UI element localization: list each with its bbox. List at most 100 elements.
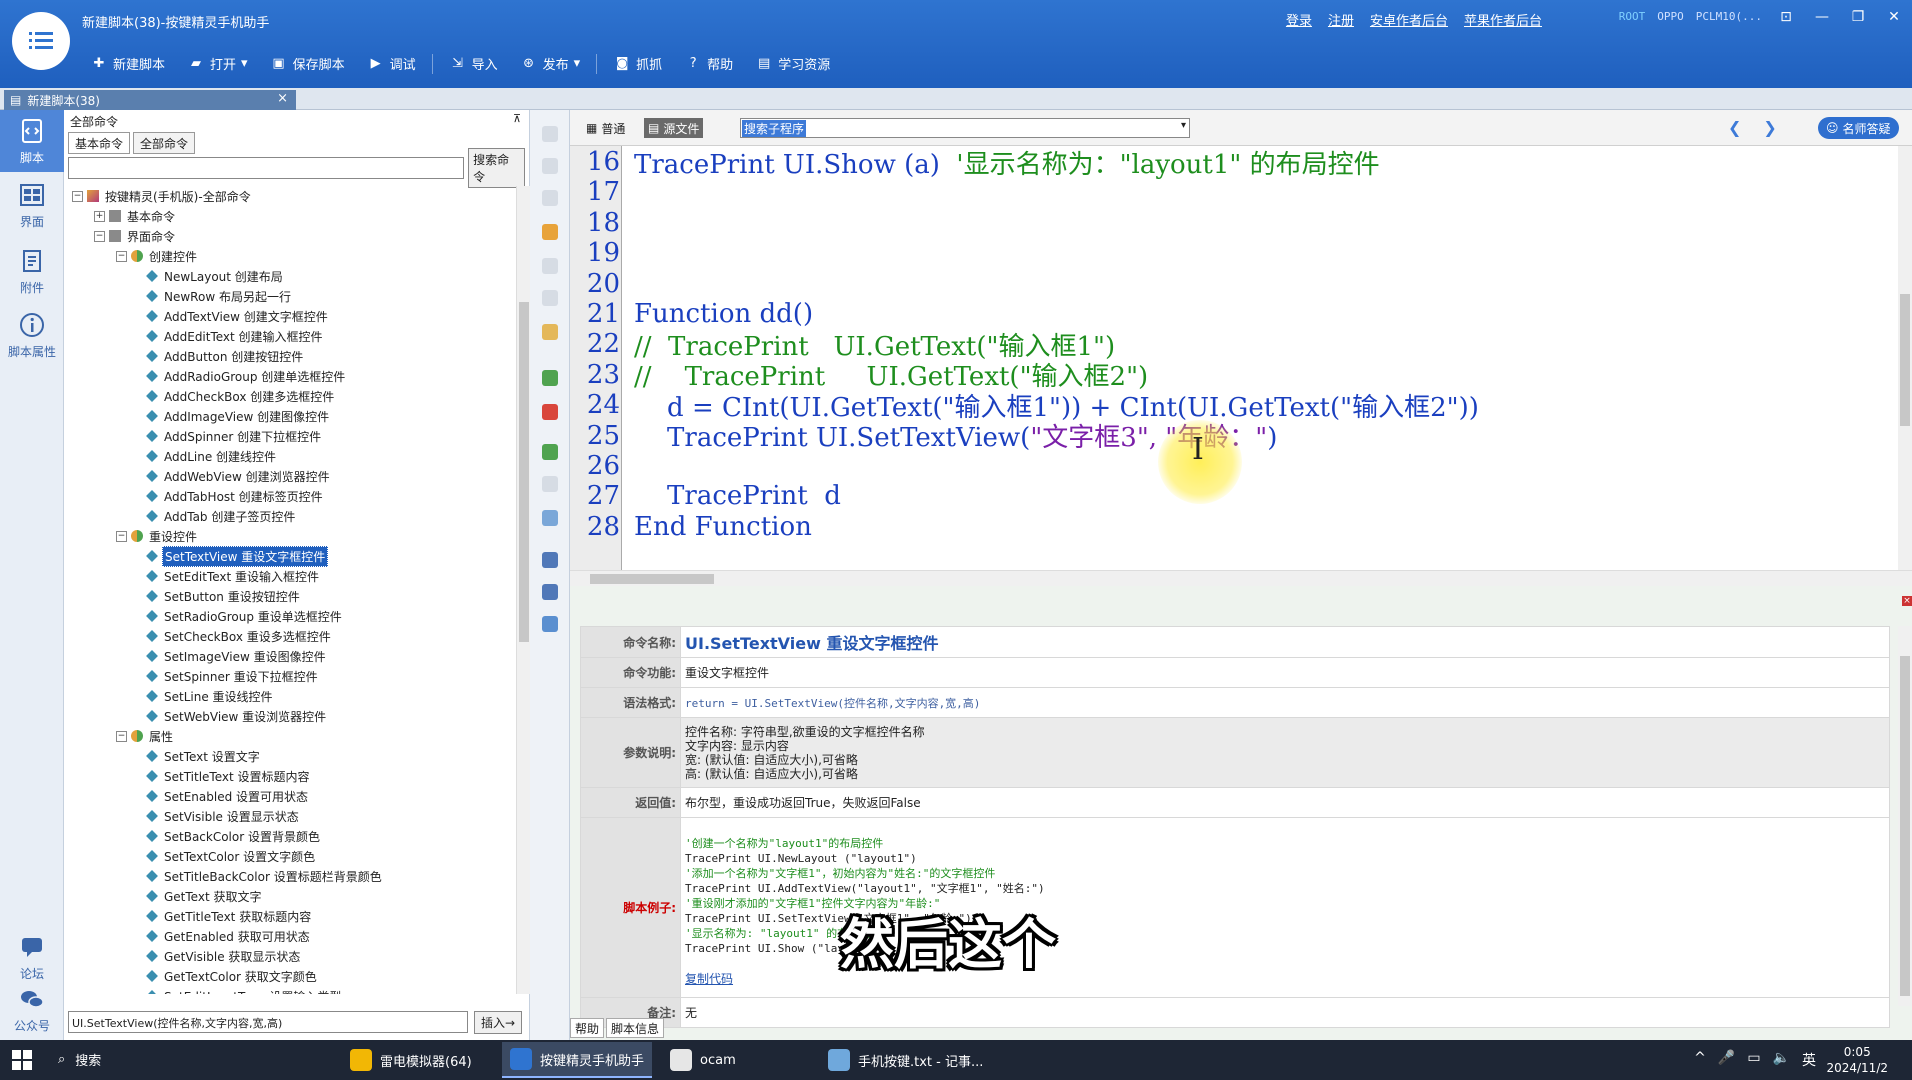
new-script-button[interactable]: ✚ 新建脚本	[82, 50, 173, 77]
forward-arrow-icon[interactable]: ❯	[1763, 118, 1776, 137]
taskbar-app[interactable]: 手机按键.txt - 记事...	[820, 1042, 991, 1078]
device-model[interactable]: PCLM10(...	[1696, 10, 1762, 23]
tab-help[interactable]: 帮助	[570, 1018, 605, 1038]
tab-script-info[interactable]: 脚本信息	[606, 1018, 665, 1038]
tree-item[interactable]: SetLine 重设线控件	[64, 686, 516, 706]
tab-new-script[interactable]: ▤ 新建脚本(38) ×	[4, 90, 296, 110]
tree-item[interactable]: − 界面命令	[64, 226, 516, 246]
code-line[interactable]: 23// TracePrint UI.GetText("输入框2")	[570, 360, 1148, 393]
sidebar-item-layout[interactable]: 界面	[0, 174, 64, 236]
taskbar-search[interactable]: ⌕ 搜索	[58, 1050, 101, 1069]
tab-close-icon[interactable]: ×	[277, 91, 288, 106]
import-button[interactable]: ⇲ 导入	[441, 50, 506, 77]
cut-icon[interactable]	[542, 258, 558, 274]
tree-item[interactable]: SetCheckBox 重设多选框控件	[64, 626, 516, 646]
tree-item[interactable]: NewRow 布局另起一行	[64, 286, 516, 306]
tree-item[interactable]: GetEnabled 获取可用状态	[64, 926, 516, 946]
save-script-button[interactable]: ▣ 保存脚本	[262, 50, 353, 77]
maximize-icon[interactable]: ❐	[1840, 0, 1876, 34]
learning-resources-button[interactable]: ▤ 学习资源	[747, 50, 838, 77]
code-line[interactable]: 21 Function dd()	[570, 299, 813, 329]
code-line[interactable]: 24 d = CInt(UI.GetText("输入框1")) + CInt(U…	[570, 390, 1479, 423]
tree-item[interactable]: SetSpinner 重设下拉框控件	[64, 666, 516, 686]
tree-item[interactable]: SetEditText 重设输入框控件	[64, 566, 516, 586]
login-link[interactable]: 登录	[1286, 10, 1312, 29]
tree-item[interactable]: SetRadioGroup 重设单选框控件	[64, 606, 516, 626]
tree-item[interactable]: − 创建控件	[64, 246, 516, 266]
volume-icon[interactable]: 🔈	[1773, 1050, 1790, 1070]
tree-item[interactable]: AddCheckBox 创建多选框控件	[64, 386, 516, 406]
open-button[interactable]: ▰ 打开 ▾	[179, 50, 256, 77]
tree-item[interactable]: SetBackColor 设置背景颜色	[64, 826, 516, 846]
tree-item[interactable]: AddLine 创建线控件	[64, 446, 516, 466]
goto-icon[interactable]	[542, 510, 558, 526]
code-line[interactable]: 22// TracePrint UI.GetText("输入框1")	[570, 329, 1115, 362]
minimize-icon[interactable]: —	[1804, 0, 1840, 34]
tree-item[interactable]: AddWebView 创建浏览器控件	[64, 466, 516, 486]
copy-icon[interactable]	[542, 290, 558, 306]
taskbar-app[interactable]: 雷电模拟器(64)	[342, 1042, 480, 1078]
debug-button[interactable]: ▶ 调试	[359, 50, 424, 77]
collapse-icon[interactable]: −	[116, 530, 127, 542]
code-vertical-scrollbar[interactable]	[1898, 146, 1912, 570]
register-link[interactable]: 注册	[1328, 10, 1354, 29]
replace-icon[interactable]	[542, 584, 558, 600]
tree-item[interactable]: AddSpinner 创建下拉框控件	[64, 426, 516, 446]
subroutine-select[interactable]: 搜索子程序 ▾	[740, 118, 1190, 138]
window-icon[interactable]	[542, 616, 558, 632]
info-scrollbar[interactable]	[1898, 626, 1912, 1006]
tree-item[interactable]: SetText 设置文字	[64, 746, 516, 766]
find-icon[interactable]	[542, 552, 558, 568]
uncomment-icon[interactable]	[542, 404, 558, 420]
tree-item[interactable]: SetTitleBackColor 设置标题栏背景颜色	[64, 866, 516, 886]
tree-item[interactable]: SetEditInputType 设置输入类型	[64, 986, 516, 994]
tree-item[interactable]: AddRadioGroup 创建单选框控件	[64, 366, 516, 386]
tab-basic-commands[interactable]: 基本命令	[68, 132, 131, 154]
code-line[interactable]: 17	[570, 177, 634, 207]
teacher-answer-button[interactable]: ☺ 名师答疑	[1818, 117, 1899, 139]
app-logo[interactable]	[12, 12, 70, 70]
tree-item[interactable]: + 基本命令	[64, 206, 516, 226]
sidebar-item-script[interactable]: 脚本	[0, 110, 64, 172]
collapse-icon[interactable]: −	[116, 250, 127, 262]
scrollbar-thumb[interactable]	[519, 302, 529, 642]
apple-author-link[interactable]: 苹果作者后台	[1464, 10, 1542, 29]
tree-item[interactable]: SetTitleText 设置标题内容	[64, 766, 516, 786]
command-search-input[interactable]	[68, 157, 465, 179]
sidebar-item-wechat[interactable]: 公众号	[0, 978, 64, 1040]
scrollbar-thumb[interactable]	[590, 574, 714, 584]
tree-item[interactable]: AddButton 创建按钮控件	[64, 346, 516, 366]
code-editor[interactable]: 16 TracePrint UI.Show (a) '显示名称为："layout1…	[570, 146, 1912, 570]
tree-item[interactable]: SetTextView 重设文字框控件	[64, 545, 516, 567]
delete-icon[interactable]	[542, 190, 558, 206]
tree-item[interactable]: AddEditText 创建输入框控件	[64, 326, 516, 346]
code-line[interactable]: 26	[570, 451, 634, 481]
command-syntax-field[interactable]: UI.SetTextView(控件名称,文字内容,宽,高)	[68, 1011, 468, 1033]
undo-icon[interactable]	[542, 444, 558, 460]
back-arrow-icon[interactable]: ❮	[1728, 118, 1741, 137]
collapse-icon[interactable]: −	[116, 730, 127, 742]
code-line[interactable]: 20	[570, 269, 634, 299]
tree-item[interactable]: SetTextColor 设置文字颜色	[64, 846, 516, 866]
input-method-icon[interactable]: 英	[1802, 1050, 1816, 1070]
scrollbar-thumb[interactable]	[1900, 294, 1910, 426]
tree-item[interactable]: SetVisible 设置显示状态	[64, 806, 516, 826]
tab-normal-view[interactable]: ▦ 普通	[582, 118, 629, 138]
code-line[interactable]: 27 TracePrint d	[570, 481, 841, 511]
android-author-link[interactable]: 安卓作者后台	[1370, 10, 1448, 29]
capture-button[interactable]: ◙ 抓抓	[605, 50, 670, 77]
close-icon[interactable]: ✕	[1876, 0, 1912, 34]
collapse-icon[interactable]: −	[94, 230, 105, 242]
tree-item[interactable]: GetVisible 获取显示状态	[64, 946, 516, 966]
code-line[interactable]: 16 TracePrint UI.Show (a) '显示名称为："layout1…	[570, 147, 1380, 180]
tree-item[interactable]: AddTab 创建子签页控件	[64, 506, 516, 526]
restore-icon[interactable]: ⊡	[1768, 0, 1804, 34]
code-line[interactable]: 28 End Function	[570, 512, 812, 542]
scrollbar-thumb[interactable]	[1900, 656, 1910, 996]
code-line[interactable]: 18	[570, 208, 634, 238]
paste-icon[interactable]	[542, 324, 558, 340]
sidebar-item-attachment[interactable]: 附件	[0, 240, 64, 302]
tree-item[interactable]: AddImageView 创建图像控件	[64, 406, 516, 426]
tree-item[interactable]: AddTextView 创建文字框控件	[64, 306, 516, 326]
battery-icon[interactable]: ▭	[1747, 1050, 1760, 1070]
